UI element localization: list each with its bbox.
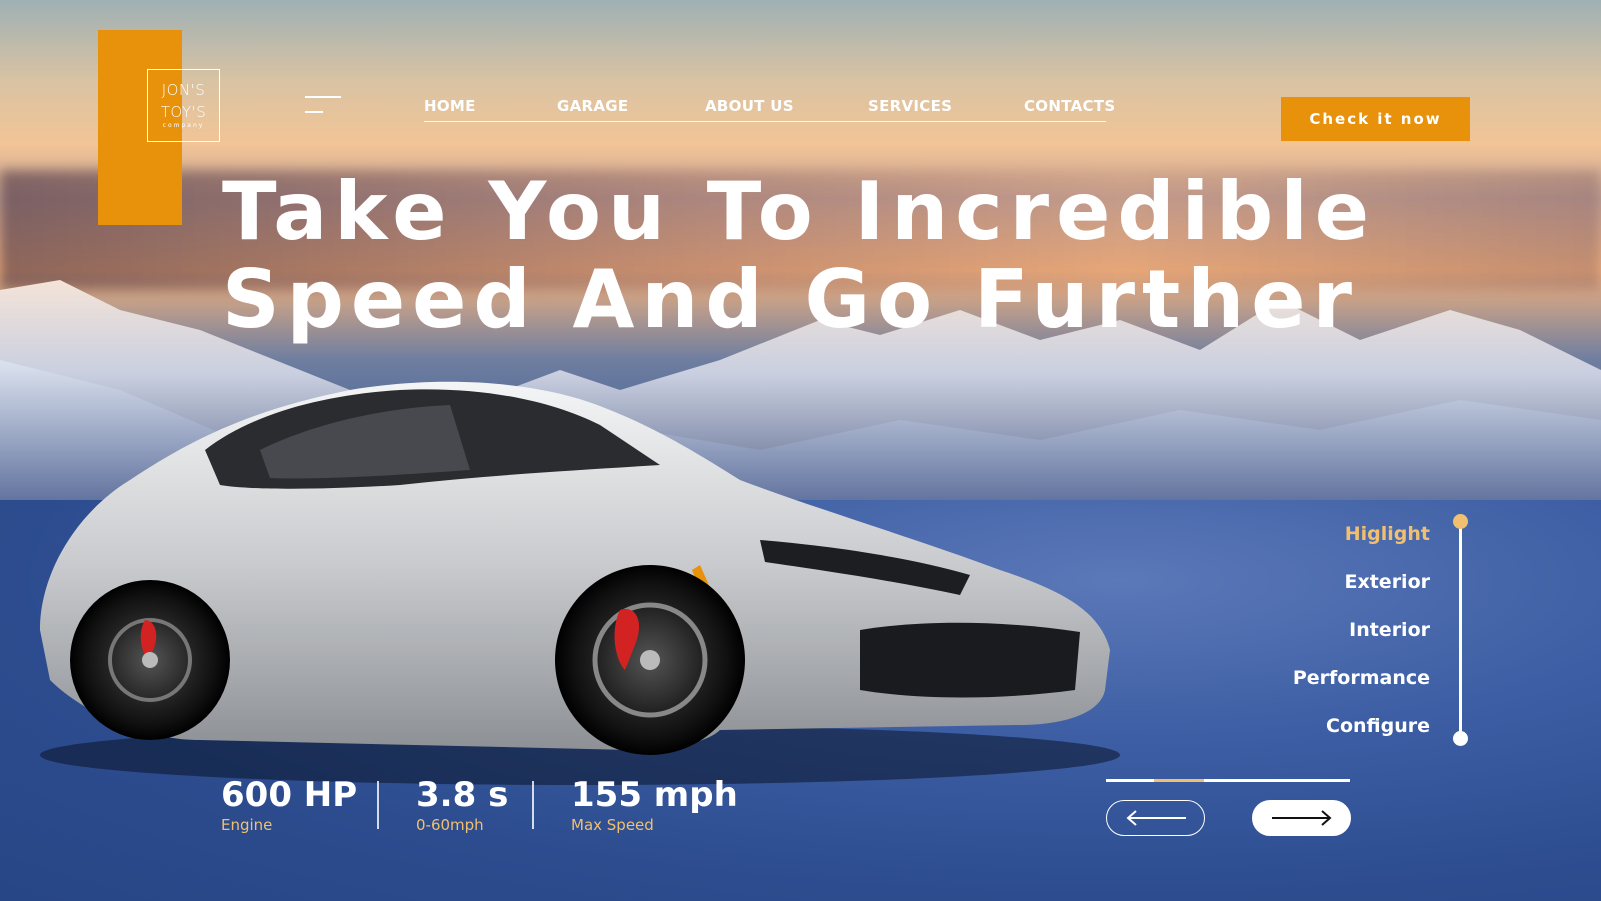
nav-item-contacts[interactable]: CONTACTS	[1024, 97, 1115, 115]
logo[interactable]: JON'S TOY'S company	[147, 69, 220, 142]
stat-value: 600 HP	[221, 775, 358, 815]
hamburger-icon[interactable]	[305, 96, 341, 118]
nav-item-garage[interactable]: GARAGE	[557, 97, 628, 115]
slide-progress-bar	[1106, 779, 1350, 782]
hero-headline: Take You To Incredible Speed And Go Furt…	[222, 168, 1376, 344]
arrow-left-icon	[1125, 810, 1186, 826]
stat-acceleration: 3.8 s 0-60mph	[416, 775, 508, 835]
nav-item-about-us[interactable]: ABOUT US	[705, 97, 794, 115]
arrow-right-icon	[1271, 810, 1332, 826]
nav-item-services[interactable]: SERVICES	[868, 97, 952, 115]
side-menu-performance[interactable]: Performance	[1293, 667, 1430, 689]
prev-slide-button[interactable]	[1106, 800, 1205, 836]
stat-value: 3.8 s	[416, 775, 509, 815]
side-menu-interior[interactable]: Interior	[1349, 619, 1430, 641]
car-image	[40, 381, 1120, 785]
next-slide-button[interactable]	[1252, 800, 1351, 836]
spec-stats: 600 HP Engine 3.8 s 0-60mph 155 mph Max …	[221, 775, 821, 845]
stat-divider	[532, 781, 534, 829]
side-menu-configure[interactable]: Configure	[1326, 715, 1430, 737]
stat-divider	[377, 781, 379, 829]
stat-label: Engine	[221, 816, 273, 834]
main-nav: HOME GARAGE ABOUT US SERVICES CONTACTS	[424, 97, 1115, 122]
slide-progress-fill	[1154, 779, 1204, 782]
stat-max-speed: 155 mph Max Speed	[571, 775, 738, 835]
track-dot-active[interactable]	[1453, 514, 1468, 529]
stat-engine: 600 HP Engine	[221, 775, 357, 835]
check-it-now-button[interactable]: Check it now	[1281, 97, 1470, 141]
section-track	[1459, 522, 1462, 739]
nav-item-home[interactable]: HOME	[424, 97, 476, 115]
logo-line-3: company	[162, 122, 205, 129]
stat-label: 0-60mph	[416, 816, 484, 834]
section-menu: Higlight Exterior Interior Performance C…	[1280, 514, 1480, 748]
hero-line-2: Speed And Go Further	[222, 253, 1359, 346]
stat-label: Max Speed	[571, 816, 654, 834]
landing-page: JON'S TOY'S company HOME GARAGE ABOUT US…	[0, 0, 1601, 901]
logo-line-2: TOY'S	[160, 103, 207, 121]
stat-value: 155 mph	[571, 775, 738, 815]
side-menu-highlight[interactable]: Higlight	[1345, 523, 1430, 545]
track-dot-end[interactable]	[1453, 731, 1468, 746]
logo-line-1: JON'S	[161, 81, 206, 99]
hero-line-1: Take You To Incredible	[222, 165, 1376, 258]
side-menu-exterior[interactable]: Exterior	[1344, 571, 1430, 593]
